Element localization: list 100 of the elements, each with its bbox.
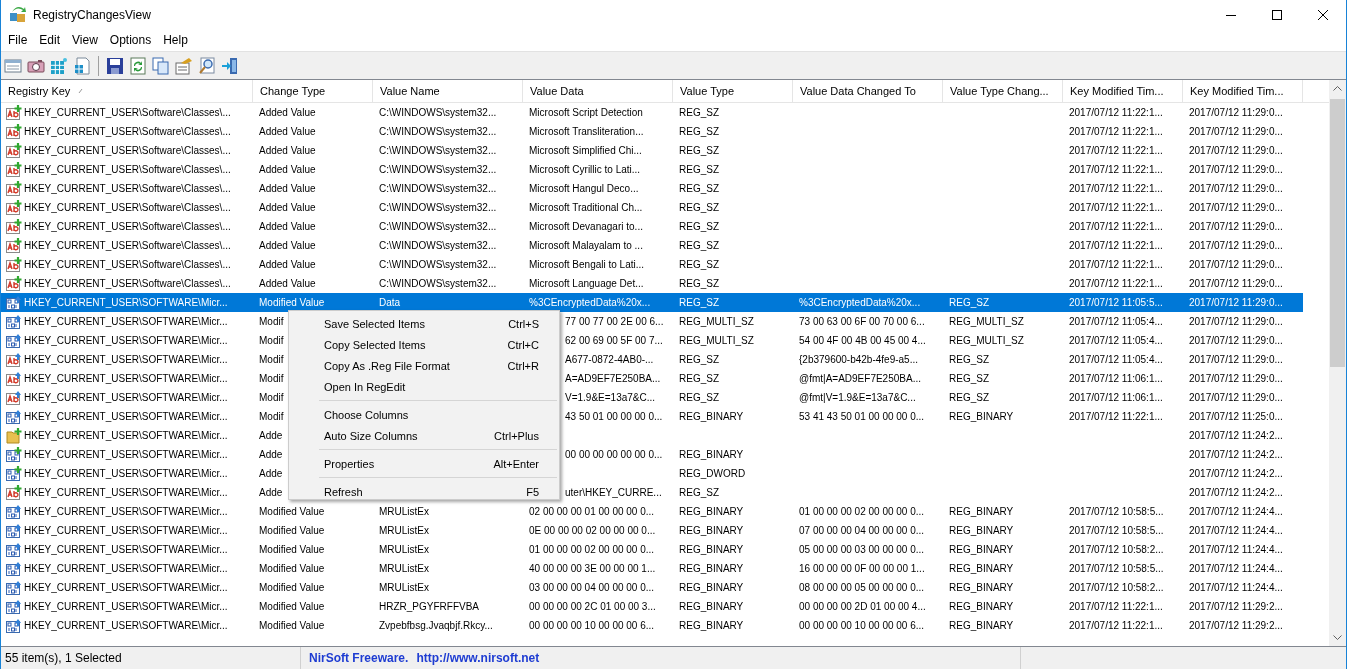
- column-header[interactable]: Registry Key: [1, 80, 253, 102]
- changed-data-cell: 07 00 00 00 04 00 00 00 0...: [799, 525, 925, 536]
- modified-time-cell: 2017/07/12 11:22:1...: [1069, 221, 1163, 232]
- website-link[interactable]: http://www.nirsoft.net: [416, 651, 540, 665]
- modified-time-cell: 2017/07/12 11:22:1...: [1069, 278, 1163, 289]
- registry-key-cell: HKEY_CURRENT_USER\Software\Classes\...: [24, 107, 231, 118]
- value-name-cell: MRUListEx: [379, 544, 429, 555]
- credit-text: NirSoft Freeware.: [309, 651, 409, 665]
- document-icon[interactable]: [73, 56, 91, 75]
- modified-time-cell: 2017/07/12 11:25:0...: [1189, 411, 1283, 422]
- column-header[interactable]: Change Type: [253, 80, 373, 102]
- value-data-cell: Microsoft Transliteration...: [529, 126, 644, 137]
- menu-item[interactable]: Edit: [33, 33, 67, 47]
- column-header[interactable]: Value Data Changed To: [793, 80, 943, 102]
- value-data-cell: Microsoft Language Det...: [529, 278, 644, 289]
- scrollbar[interactable]: [1329, 80, 1346, 646]
- value-data-cell: A=AD9EF7E250BA...: [565, 373, 661, 384]
- value-name-cell: C:\WINDOWS\system32...: [379, 240, 497, 251]
- column-header[interactable]: Value Type Chang...: [943, 80, 1063, 102]
- context-menu-item[interactable]: Copy Selected Items Ctrl+C: [289, 334, 559, 355]
- context-menu-item[interactable]: Copy As .Reg File Format Ctrl+R: [289, 355, 559, 376]
- app-icon: [9, 6, 27, 24]
- value-name-cell: MRUListEx: [379, 563, 429, 574]
- scroll-up-icon[interactable]: [1333, 86, 1342, 91]
- column-header[interactable]: Value Data: [523, 80, 673, 102]
- value-type-cell: REG_BINARY: [679, 563, 744, 574]
- changed-data-cell: 01 00 00 00 02 00 00 00 0...: [799, 506, 925, 517]
- sort-icon: [78, 88, 84, 94]
- change-type-cell: Added Value: [259, 278, 316, 289]
- modified-time-cell: 2017/07/12 11:29:2...: [1189, 601, 1283, 612]
- menu-item[interactable]: Options: [103, 33, 158, 47]
- registry-key-cell: HKEY_CURRENT_USER\SOFTWARE\Micr...: [24, 297, 228, 308]
- modified-time-cell: 2017/07/12 11:29:0...: [1189, 202, 1283, 213]
- changed-type-cell: REG_BINARY: [949, 525, 1014, 536]
- change-type-cell: Adde: [259, 487, 283, 498]
- registry-key-cell: HKEY_CURRENT_USER\Software\Classes\...: [24, 259, 231, 270]
- scroll-down-icon[interactable]: [1333, 635, 1342, 640]
- registry-key-cell: HKEY_CURRENT_USER\SOFTWARE\Micr...: [24, 506, 228, 517]
- changed-type-cell: REG_MULTI_SZ: [949, 316, 1024, 327]
- context-menu-item[interactable]: Refresh F5: [289, 481, 559, 502]
- modified-time-cell: 2017/07/12 10:58:5...: [1069, 506, 1164, 517]
- modified-time-cell: 2017/07/12 11:29:0...: [1189, 392, 1283, 403]
- scrollbar-thumb[interactable]: [1330, 99, 1345, 367]
- copy-icon[interactable]: [152, 56, 170, 75]
- modified-time-cell: 2017/07/12 11:24:2...: [1189, 449, 1283, 460]
- context-menu-item[interactable]: Choose Columns: [289, 404, 559, 425]
- search-icon[interactable]: [198, 56, 216, 75]
- changed-data-cell: 16 00 00 00 0F 00 00 00 1...: [799, 563, 925, 574]
- value-name-cell: MRUListEx: [379, 582, 429, 593]
- menu-item[interactable]: View: [66, 33, 104, 47]
- changed-type-cell: REG_SZ: [949, 297, 989, 308]
- change-type-cell: Added Value: [259, 259, 316, 270]
- context-menu-item[interactable]: Open In RegEdit: [289, 376, 559, 397]
- properties-icon[interactable]: [175, 56, 193, 75]
- changed-type-cell: REG_SZ: [949, 354, 989, 365]
- registry-key-cell: HKEY_CURRENT_USER\SOFTWARE\Micr...: [24, 316, 228, 327]
- change-type-cell: Added Value: [259, 221, 316, 232]
- change-type-cell: Adde: [259, 449, 283, 460]
- registry-key-cell: HKEY_CURRENT_USER\SOFTWARE\Micr...: [24, 411, 228, 422]
- menu-item[interactable]: File: [2, 33, 34, 47]
- context-menu-item[interactable]: Properties Alt+Enter: [289, 453, 559, 474]
- value-data-cell: 03 00 00 00 04 00 00 00 0...: [529, 582, 655, 593]
- refresh-icon[interactable]: [129, 56, 147, 75]
- column-header[interactable]: Key Modified Tim...: [1063, 80, 1183, 102]
- modified-time-cell: 2017/07/12 11:29:0...: [1189, 107, 1283, 118]
- exit-icon[interactable]: [221, 56, 239, 75]
- modified-time-cell: 2017/07/12 11:29:0...: [1189, 221, 1283, 232]
- value-type-cell: REG_SZ: [679, 259, 719, 270]
- column-header[interactable]: Value Name: [373, 80, 523, 102]
- value-data-cell: Microsoft Traditional Ch...: [529, 202, 643, 213]
- value-data-cell: 01 00 00 00 02 00 00 00 0...: [529, 544, 655, 555]
- changed-data-cell: 54 00 4F 00 4B 00 45 00 4...: [799, 335, 926, 346]
- column-header[interactable]: Key Modified Tim...: [1183, 80, 1303, 102]
- value-data-cell: Microsoft Malayalam to ...: [529, 240, 643, 251]
- context-menu-item[interactable]: Auto Size Columns Ctrl+Plus: [289, 425, 559, 446]
- modified-time-cell: 2017/07/12 10:58:5...: [1069, 525, 1164, 536]
- modified-time-cell: 2017/07/12 11:24:4...: [1189, 506, 1283, 517]
- change-type-cell: Modified Value: [259, 601, 325, 612]
- grid-icon[interactable]: [50, 56, 68, 75]
- value-data-cell: 00 00 00 00 00 00 0...: [565, 449, 663, 460]
- value-data-cell: 40 00 00 00 3E 00 00 00 1...: [529, 563, 656, 574]
- modified-time-cell: 2017/07/12 11:06:1...: [1069, 373, 1163, 384]
- value-data-cell: Microsoft Devanagari to...: [529, 221, 643, 232]
- value-type-cell: REG_SZ: [679, 145, 719, 156]
- change-type-cell: Modified Value: [259, 544, 325, 555]
- registry-key-cell: HKEY_CURRENT_USER\Software\Classes\...: [24, 164, 231, 175]
- change-type-cell: Modified Value: [259, 563, 325, 574]
- menu-item[interactable]: Help: [157, 33, 194, 47]
- item-count: 55 item(s), 1 Selected: [5, 651, 122, 665]
- changed-data-cell: 05 00 00 00 03 00 00 00 0...: [799, 544, 925, 555]
- registry-key-cell: HKEY_CURRENT_USER\SOFTWARE\Micr...: [24, 449, 228, 460]
- column-header[interactable]: Value Type: [673, 80, 793, 102]
- save-icon[interactable]: [106, 56, 124, 75]
- change-type-cell: Added Value: [259, 240, 316, 251]
- modified-time-cell: 2017/07/12 11:05:5...: [1069, 297, 1163, 308]
- value-name-cell: C:\WINDOWS\system32...: [379, 145, 497, 156]
- context-menu-item[interactable]: Save Selected Items Ctrl+S: [289, 313, 559, 334]
- value-data-cell: 02 00 00 00 01 00 00 00 0...: [529, 506, 655, 517]
- window-icon[interactable]: [4, 56, 22, 75]
- change-type-cell: Added Value: [259, 164, 316, 175]
